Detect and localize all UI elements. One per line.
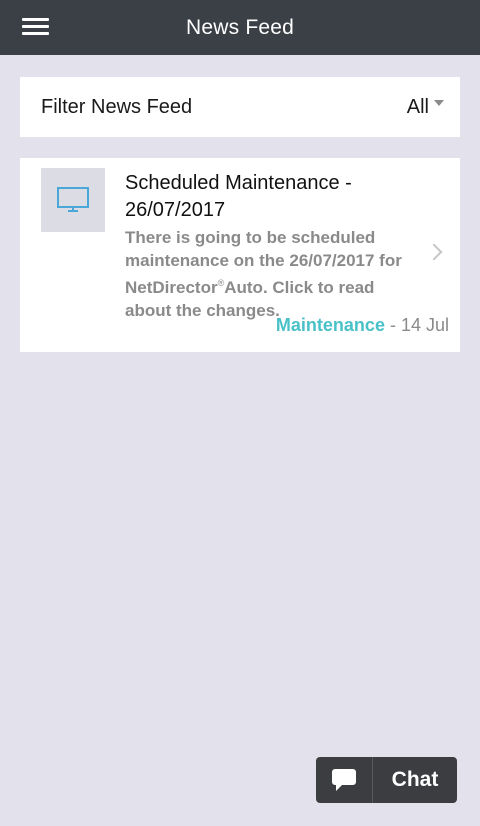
chat-bubble-icon	[332, 769, 356, 791]
chat-label: Chat	[391, 768, 439, 791]
meta-separator: -	[384, 315, 401, 335]
dropdown-caret-icon	[434, 99, 444, 106]
page-title: News Feed	[185, 15, 294, 39]
chat-icon-box	[316, 757, 373, 803]
top-bar: News Feed	[0, 0, 480, 55]
news-summary: There is going to be scheduled maintenan…	[125, 226, 410, 322]
filter-selected-value: All	[406, 95, 429, 118]
news-meta: Maintenance - 14 Jul	[276, 315, 449, 336]
hamburger-menu-icon[interactable]	[22, 16, 50, 38]
news-category: Maintenance	[275, 315, 385, 335]
news-title: Scheduled Maintenance - 26/07/2017	[125, 172, 352, 221]
chevron-right-icon	[425, 243, 443, 261]
news-item[interactable]: Scheduled Maintenance - 26/07/2017 There…	[20, 158, 460, 352]
news-thumbnail	[41, 168, 105, 232]
monitor-icon	[57, 187, 89, 212]
filter-label: Filter News Feed	[41, 95, 193, 118]
news-date: 14 Jul	[400, 315, 449, 335]
filter-dropdown[interactable]: All	[407, 96, 444, 119]
filter-news-feed: Filter News Feed All	[20, 77, 460, 137]
chat-button[interactable]: Chat	[316, 757, 457, 803]
